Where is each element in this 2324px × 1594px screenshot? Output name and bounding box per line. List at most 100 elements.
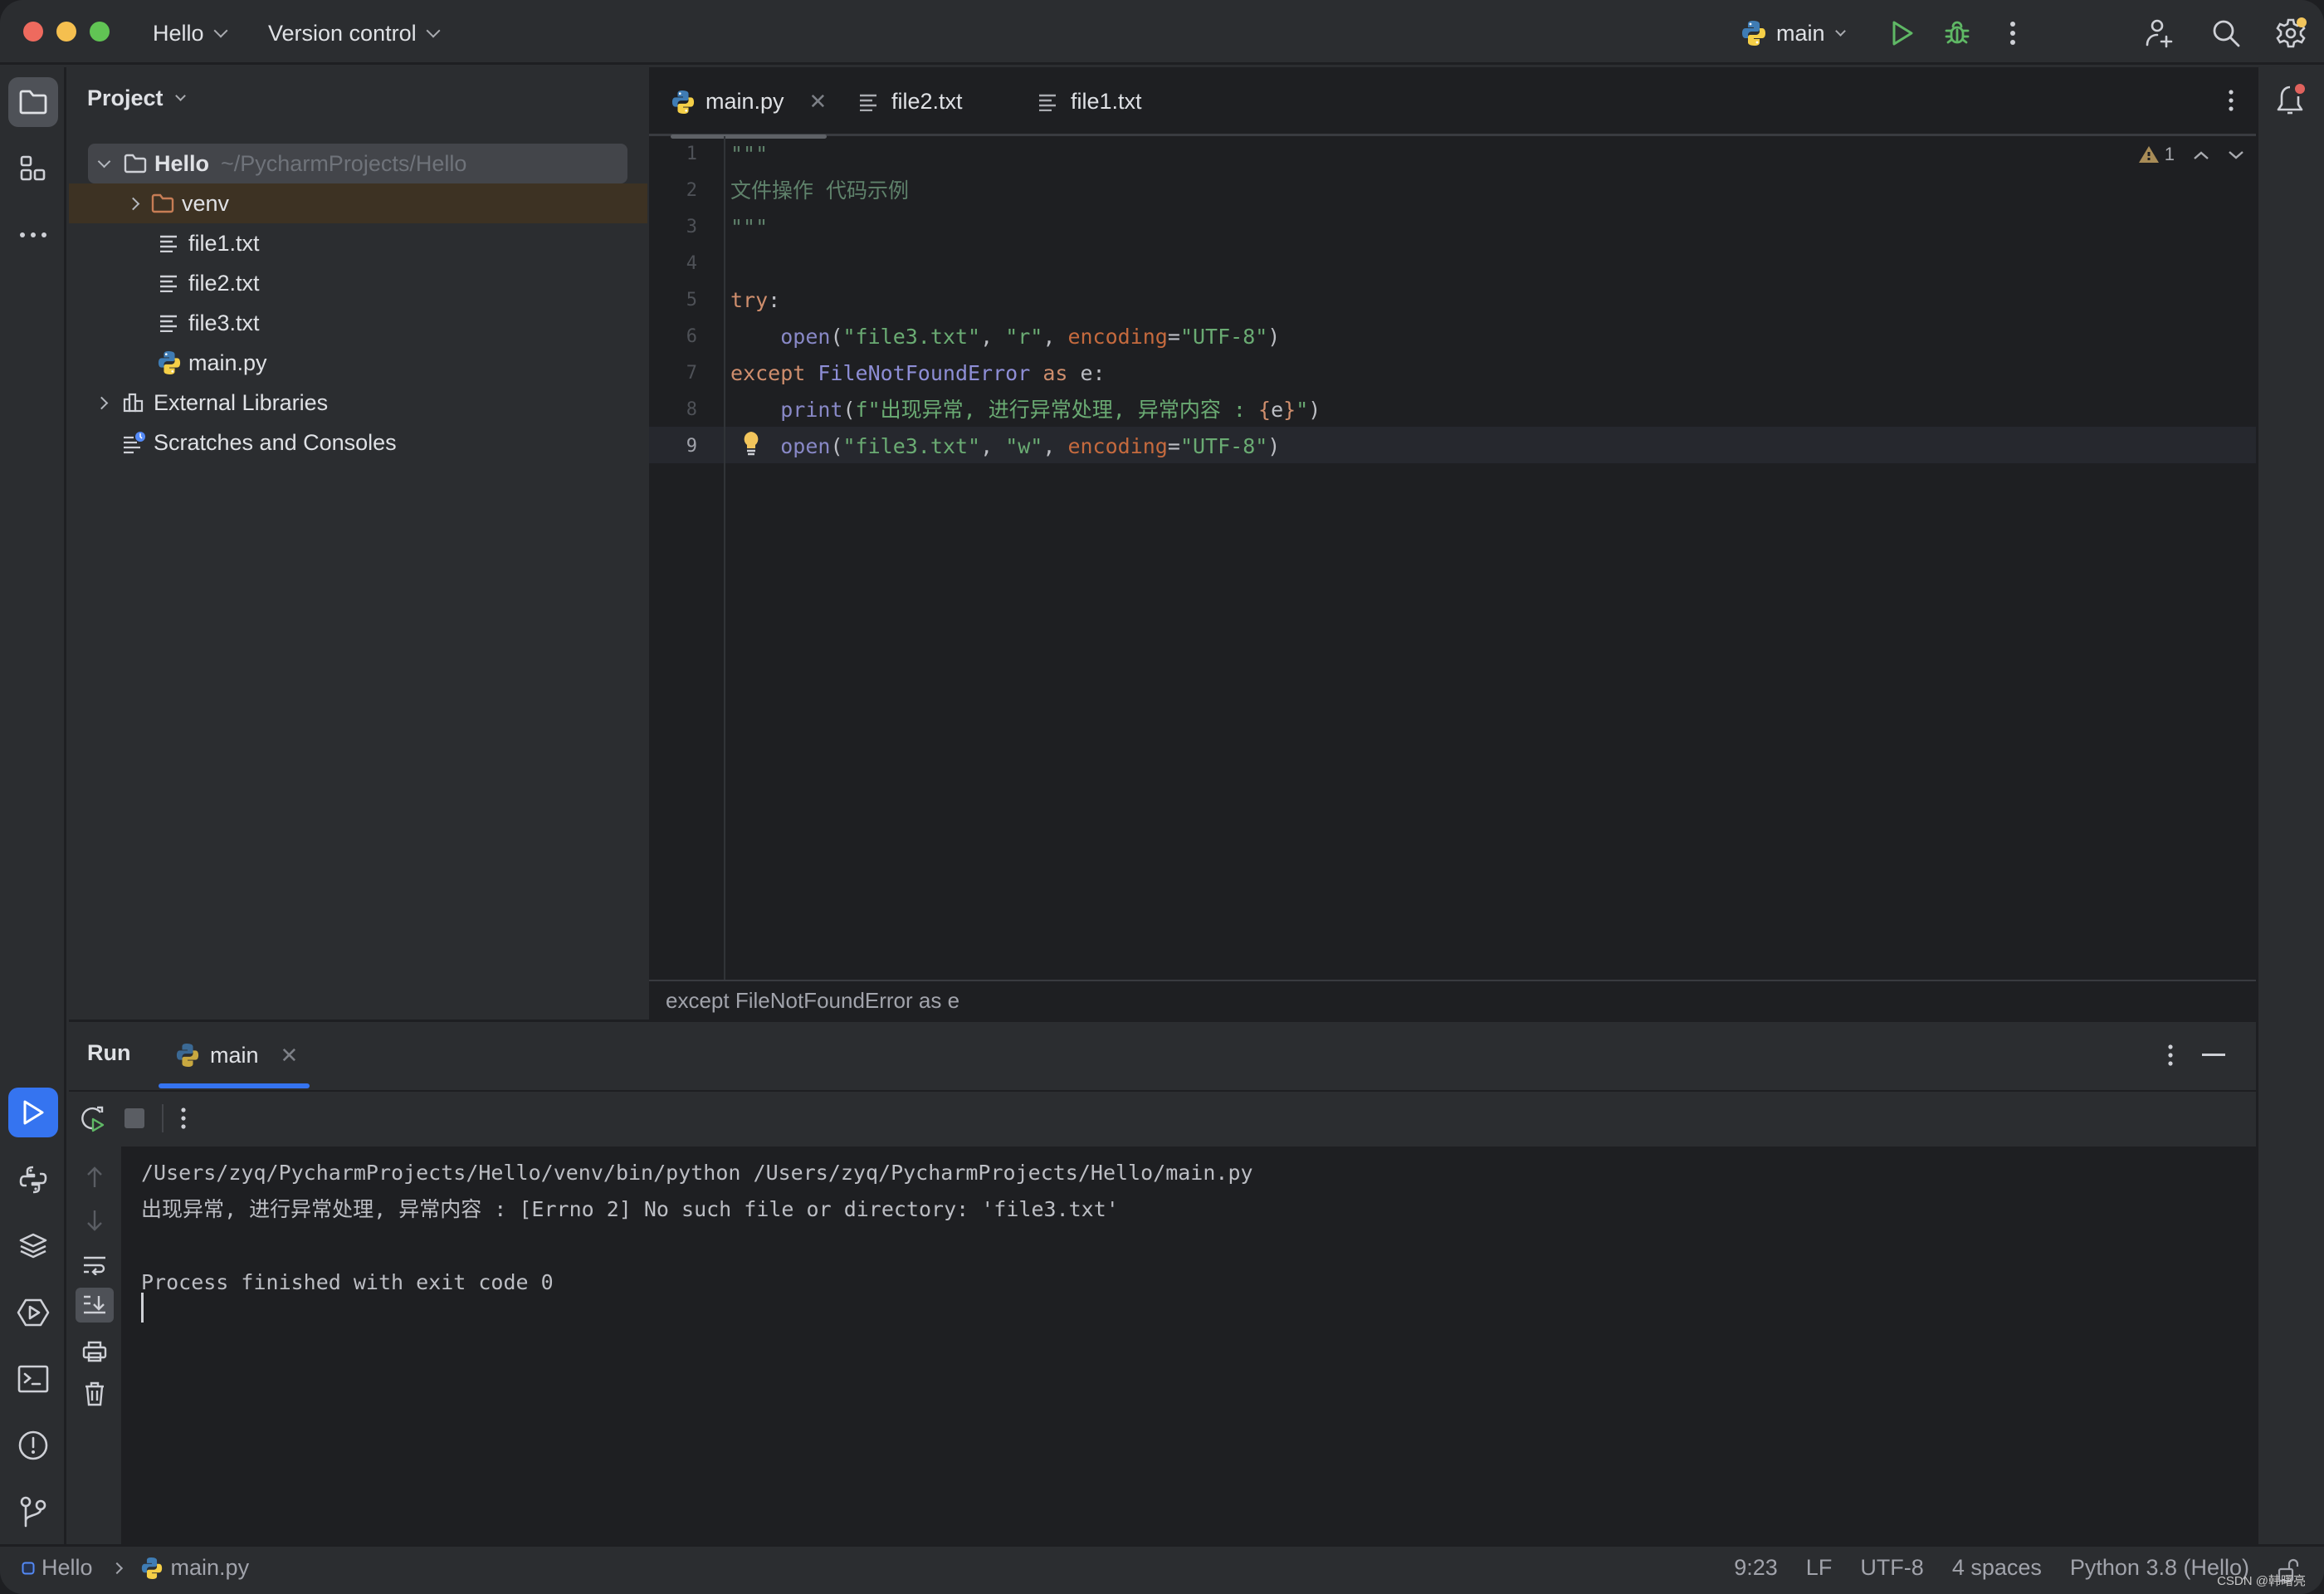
clear-all-button[interactable] xyxy=(81,1379,109,1409)
python-packages-button[interactable] xyxy=(8,1155,58,1205)
chevron-down-icon xyxy=(2229,151,2243,159)
run-more-button[interactable] xyxy=(180,1107,187,1130)
search-everywhere-button[interactable] xyxy=(2208,12,2244,55)
layers-tool-button[interactable] xyxy=(8,1221,58,1271)
tree-item-file2[interactable]: file2.txt xyxy=(69,263,647,303)
tab-file1-txt[interactable]: file1.txt xyxy=(1036,67,1142,136)
run-button[interactable] xyxy=(1886,12,1919,55)
indent-setting[interactable]: 4 spaces xyxy=(1952,1555,2042,1581)
run-panel-options-button[interactable] xyxy=(2167,1044,2174,1067)
folder-icon xyxy=(123,151,148,176)
editor: main.py ✕ file2.txt file1.txt 1 2 3 4 5 … xyxy=(649,67,2256,1019)
file-encoding[interactable]: UTF-8 xyxy=(1860,1555,1924,1581)
add-user-icon xyxy=(2146,19,2173,48)
rerun-button[interactable] xyxy=(79,1104,107,1132)
print-button[interactable] xyxy=(81,1337,109,1366)
layers-icon xyxy=(19,1233,47,1259)
soft-wrap-button[interactable] xyxy=(81,1253,109,1278)
problems-tool-button[interactable] xyxy=(8,1420,58,1470)
caret-position[interactable]: 9:23 xyxy=(1734,1555,1778,1581)
code-line-7[interactable]: except FileNotFoundError as e: xyxy=(730,355,1106,392)
watermark-text: CSDN @韩曙亮 xyxy=(2217,1574,2306,1588)
notifications-button[interactable] xyxy=(2273,82,2310,119)
code-line-8[interactable]: print(f"出现异常, 进行异常处理, 异常内容 : {e}") xyxy=(730,392,1321,428)
expand-arrow-icon[interactable] xyxy=(91,154,116,168)
tree-item-scratches[interactable]: Scratches and Consoles xyxy=(69,423,647,462)
python-icon xyxy=(141,1557,162,1579)
warnings-indicator[interactable]: 1 xyxy=(2138,144,2175,165)
scroll-down-button[interactable] xyxy=(82,1208,107,1233)
run-tool-button[interactable] xyxy=(8,1088,58,1137)
text-file-icon xyxy=(157,310,182,335)
tree-item-label: External Libraries xyxy=(154,389,329,415)
minimize-icon xyxy=(2202,1054,2225,1056)
printer-icon xyxy=(82,1341,107,1362)
tree-item-project-root[interactable]: Hello ~/PycharmProjects/Hello xyxy=(88,144,627,183)
editor-tabs-more-button[interactable] xyxy=(2228,89,2234,112)
tree-item-venv[interactable]: venv xyxy=(69,183,647,223)
next-highlight-button[interactable] xyxy=(2228,144,2244,165)
tree-item-external-libraries[interactable]: External Libraries xyxy=(69,383,647,423)
close-tab-icon[interactable]: ✕ xyxy=(281,1043,299,1068)
warning-icon xyxy=(2138,146,2159,163)
line-number: 6 xyxy=(686,326,697,347)
breadcrumb-file[interactable]: main.py xyxy=(141,1555,249,1581)
tab-main-py[interactable]: main.py ✕ xyxy=(671,67,828,139)
run-tab-main[interactable]: main ✕ xyxy=(155,1022,310,1088)
close-tab-icon[interactable]: ✕ xyxy=(809,89,828,115)
structure-tool-button[interactable] xyxy=(8,144,58,193)
scroll-to-end-button[interactable] xyxy=(76,1288,114,1323)
console-line: Process finished with exit code 0 xyxy=(141,1270,554,1294)
code-line-2[interactable]: 文件操作 代码示例 xyxy=(730,173,909,209)
inspection-widget[interactable]: 1 xyxy=(2138,144,2244,165)
code-line-1[interactable]: """ xyxy=(730,136,768,173)
expand-arrow-icon[interactable] xyxy=(89,396,114,409)
expand-arrow-icon[interactable] xyxy=(120,197,145,210)
stop-button[interactable] xyxy=(124,1107,145,1129)
close-window-button[interactable] xyxy=(23,22,43,42)
project-view-selector[interactable]: Project xyxy=(87,86,186,111)
project-menu-label: Hello xyxy=(153,20,204,46)
maximize-window-button[interactable] xyxy=(90,22,110,42)
scratches-icon xyxy=(122,430,147,455)
line-number-gutter: 1 2 3 4 5 6 7 8 9 xyxy=(649,136,725,980)
project-tool-button[interactable] xyxy=(8,77,58,127)
chevron-up-icon xyxy=(2194,151,2209,159)
more-tools-button[interactable] xyxy=(8,210,58,260)
code-with-me-button[interactable] xyxy=(2141,12,2178,55)
tab-file2-txt[interactable]: file2.txt xyxy=(857,67,963,136)
version-control-menu[interactable]: Version control xyxy=(268,15,441,51)
tree-item-file1[interactable]: file1.txt xyxy=(69,223,647,263)
line-number: 3 xyxy=(686,217,697,237)
intention-bulb-icon[interactable] xyxy=(742,430,760,461)
previous-highlight-button[interactable] xyxy=(2193,144,2209,165)
minimize-window-button[interactable] xyxy=(56,22,76,42)
breadcrumb-project[interactable]: Hello xyxy=(22,1555,93,1581)
more-vertical-icon xyxy=(2229,90,2234,111)
code-line-6[interactable]: open("file3.txt", "r", encoding="UTF-8") xyxy=(730,319,1280,355)
console-line: 出现异常, 进行异常处理, 异常内容 : [Errno 2] No such f… xyxy=(141,1197,1119,1221)
project-menu[interactable]: Hello xyxy=(153,15,228,51)
debug-button[interactable] xyxy=(1941,12,1974,55)
scroll-to-end-icon xyxy=(84,1295,105,1314)
run-config-selector[interactable]: main xyxy=(1741,12,1846,55)
scroll-up-button[interactable] xyxy=(82,1165,107,1190)
breadcrumb-item[interactable]: except FileNotFoundError as e xyxy=(666,988,959,1014)
code-line-9[interactable]: open("file3.txt", "w", encoding="UTF-8") xyxy=(730,428,1280,465)
tree-item-main-py[interactable]: main.py xyxy=(69,343,647,383)
line-separator[interactable]: LF xyxy=(1806,1555,1833,1581)
git-tool-button[interactable] xyxy=(8,1487,58,1537)
chevron-down-icon xyxy=(174,90,186,101)
services-tool-button[interactable] xyxy=(8,1288,58,1337)
tree-item-file3[interactable]: file3.txt xyxy=(69,303,647,343)
editor-breadcrumb[interactable]: except FileNotFoundError as e xyxy=(649,980,2256,1019)
settings-button[interactable] xyxy=(2273,12,2309,55)
code-line-5[interactable]: try: xyxy=(730,282,780,319)
code-line-3[interactable]: """ xyxy=(730,209,768,246)
terminal-tool-button[interactable] xyxy=(8,1354,58,1404)
python-icon xyxy=(1741,20,1766,46)
console-output[interactable]: /Users/zyq/PycharmProjects/Hello/venv/bi… xyxy=(121,1147,2256,1547)
hide-panel-button[interactable] xyxy=(2202,1054,2225,1057)
more-actions-button[interactable] xyxy=(2000,12,2025,55)
structure-icon xyxy=(20,155,46,181)
